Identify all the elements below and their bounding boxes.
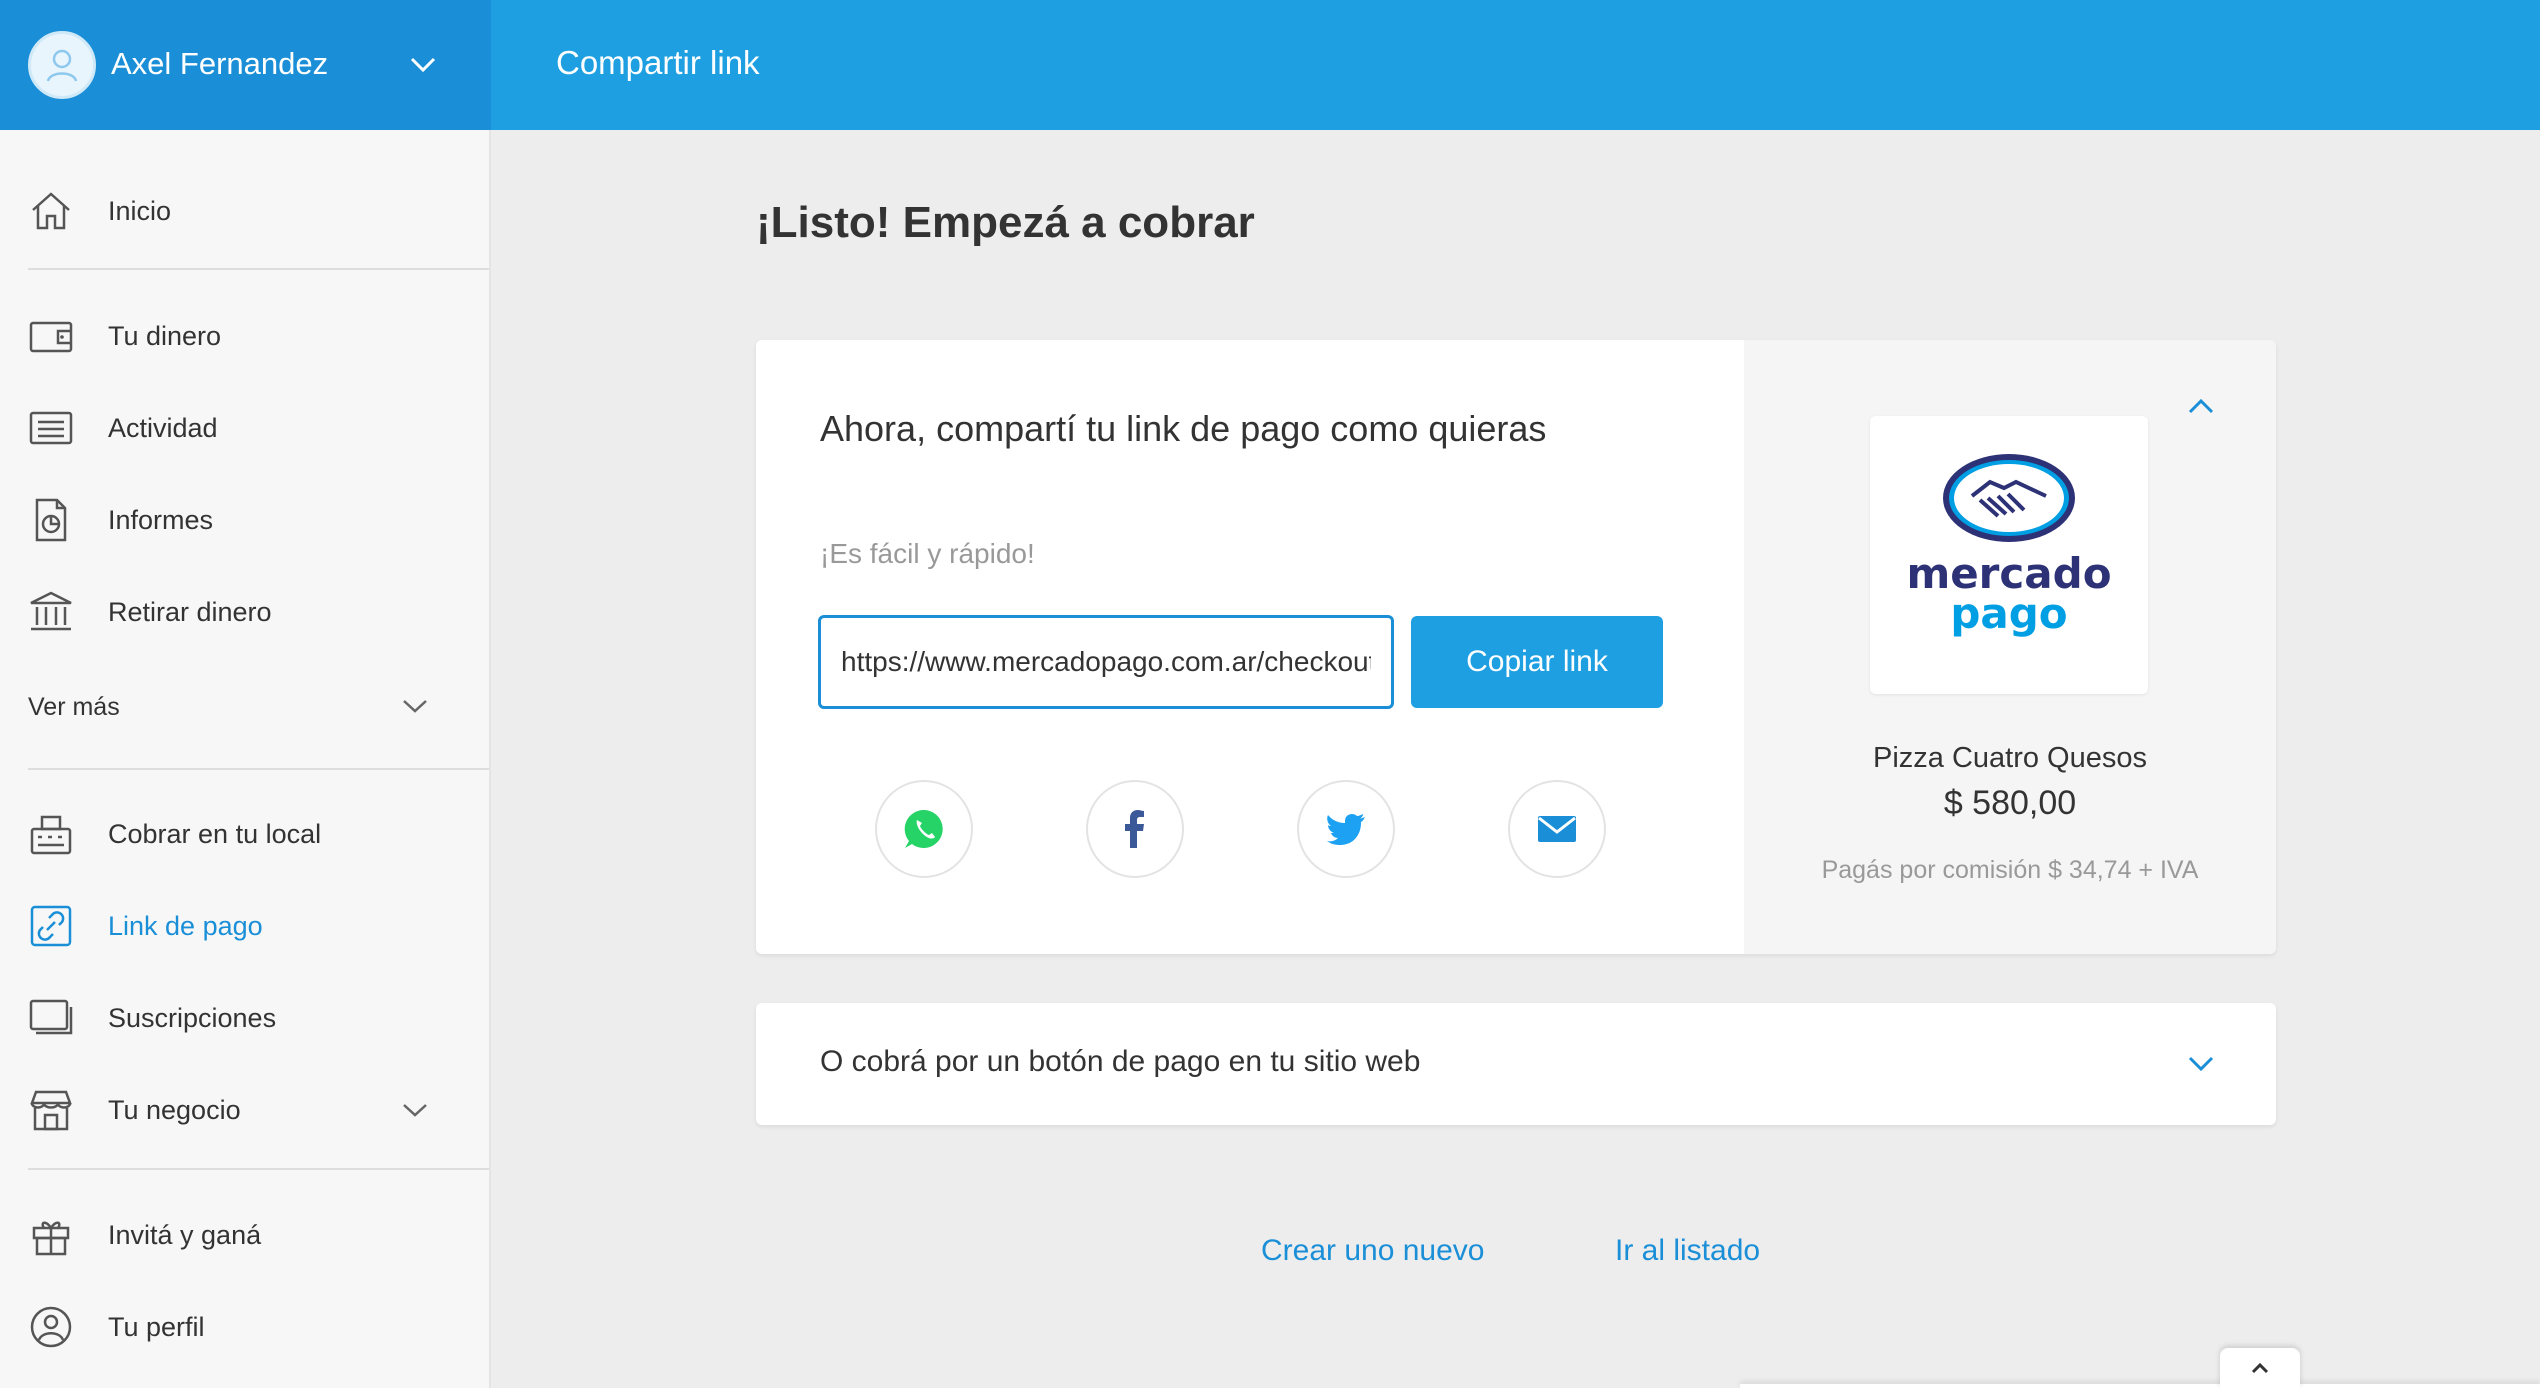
chevron-up-icon[interactable]: [2186, 395, 2216, 419]
bottom-panel: [1740, 1384, 2540, 1388]
sidebar-item-label: Link de pago: [108, 911, 263, 941]
sidebar-item-tu-dinero[interactable]: Tu dinero: [0, 295, 489, 375]
sidebar-divider: [28, 1168, 489, 1170]
activity-icon: [29, 411, 73, 445]
sidebar-item-ver-mas[interactable]: Ver más: [0, 665, 489, 745]
chevron-down-icon: [403, 1104, 427, 1117]
sidebar-item-label: Tu negocio: [108, 1095, 241, 1125]
share-facebook-button[interactable]: [1086, 780, 1184, 878]
sidebar-item-suscripciones[interactable]: Suscripciones: [0, 977, 489, 1057]
sidebar-divider: [28, 268, 489, 270]
payment-button-section[interactable]: O cobrá por un botón de pago en tu sitio…: [756, 1003, 2276, 1125]
sidebar-item-cobrar-en-tu-local[interactable]: Cobrar en tu local: [0, 793, 489, 873]
share-email-button[interactable]: [1508, 780, 1606, 878]
gift-icon: [32, 1221, 70, 1256]
share-card: Ahora, compartí tu link de pago como qui…: [756, 340, 2276, 954]
create-new-link[interactable]: Crear uno nuevo: [1261, 1234, 1484, 1268]
reports-icon: [35, 498, 67, 542]
sidebar-item-label: Tu perfil: [108, 1312, 205, 1342]
sidebar-divider: [28, 768, 489, 770]
product-image: mercado pago: [1870, 416, 2148, 694]
go-to-list-link[interactable]: Ir al listado: [1615, 1234, 1760, 1268]
payment-link-field[interactable]: [818, 615, 1394, 709]
bank-icon: [30, 591, 72, 631]
twitter-icon: [1327, 813, 1365, 845]
sidebar: Inicio Tu dinero Actividad Informes Reti…: [0, 130, 491, 1388]
sidebar-item-actividad[interactable]: Actividad: [0, 387, 489, 467]
sidebar-item-label: Cobrar en tu local: [108, 819, 322, 849]
store-icon: [30, 1090, 72, 1131]
sidebar-item-label: Ver más: [28, 693, 120, 721]
chevron-down-icon: [403, 700, 427, 713]
sidebar-item-invita-y-gana[interactable]: Invitá y ganá: [0, 1194, 489, 1274]
user-menu[interactable]: Axel Fernandez: [0, 0, 491, 130]
sidebar-item-inicio[interactable]: Inicio: [0, 170, 489, 250]
top-bar: Axel Fernandez Compartir link: [0, 0, 2540, 130]
sidebar-item-label: Informes: [108, 505, 214, 535]
sidebar-item-informes[interactable]: Informes: [0, 479, 489, 559]
scroll-top-button[interactable]: [2220, 1348, 2300, 1388]
share-subtitle: ¡Es fácil y rápido!: [820, 538, 1035, 569]
chevron-down-icon: [2188, 1056, 2214, 1072]
sidebar-item-retirar-dinero[interactable]: Retirar dinero: [0, 571, 489, 651]
sidebar-item-tu-perfil[interactable]: Tu perfil: [0, 1286, 489, 1366]
payment-button-label: O cobrá por un botón de pago en tu sitio…: [820, 1045, 1421, 1078]
user-icon: [46, 49, 78, 82]
share-title: Ahora, compartí tu link de pago como qui…: [820, 408, 1547, 449]
home-icon: [32, 192, 70, 230]
sidebar-item-tu-negocio[interactable]: Tu negocio: [0, 1069, 489, 1149]
sidebar-item-label: Suscripciones: [108, 1003, 277, 1033]
product-price: $ 580,00: [1943, 784, 2077, 822]
chevron-down-icon: [410, 57, 436, 73]
page-title: Compartir link: [556, 44, 760, 81]
wallet-icon: [29, 321, 73, 353]
mercado-pago-logo: mercado pago: [1906, 454, 2112, 638]
sidebar-item-label: Invitá y ganá: [108, 1220, 262, 1250]
app-root: Axel Fernandez Compartir link Inicio Tu …: [0, 0, 2540, 1388]
whatsapp-icon: [904, 809, 943, 848]
sidebar-item-label: Retirar dinero: [108, 597, 272, 627]
subscriptions-icon: [29, 999, 73, 1035]
avatar: [28, 31, 96, 99]
copy-link-button[interactable]: Copiar link: [1411, 616, 1663, 708]
sidebar-item-label: Actividad: [108, 413, 218, 443]
chevron-up-icon: [2251, 1362, 2269, 1374]
share-whatsapp-button[interactable]: [875, 780, 973, 878]
main-heading: ¡Listo! Empezá a cobrar: [756, 198, 1255, 247]
link-icon: [30, 905, 72, 947]
sidebar-item-link-de-pago[interactable]: Link de pago: [0, 885, 489, 965]
product-name: Pizza Cuatro Quesos: [1872, 742, 2147, 774]
commission-text: Pagás por comisión $ 34,74 + IVA: [1821, 856, 2199, 884]
logo-text-pago: pago: [1950, 589, 2067, 638]
share-twitter-button[interactable]: [1297, 780, 1395, 878]
sidebar-item-label: Inicio: [108, 196, 172, 226]
email-icon: [1538, 816, 1576, 842]
profile-icon: [30, 1306, 72, 1348]
user-name: Axel Fernandez: [111, 46, 329, 81]
sidebar-item-label: Tu dinero: [108, 321, 222, 351]
facebook-icon: [1125, 810, 1144, 848]
cash-register-icon: [30, 815, 72, 855]
